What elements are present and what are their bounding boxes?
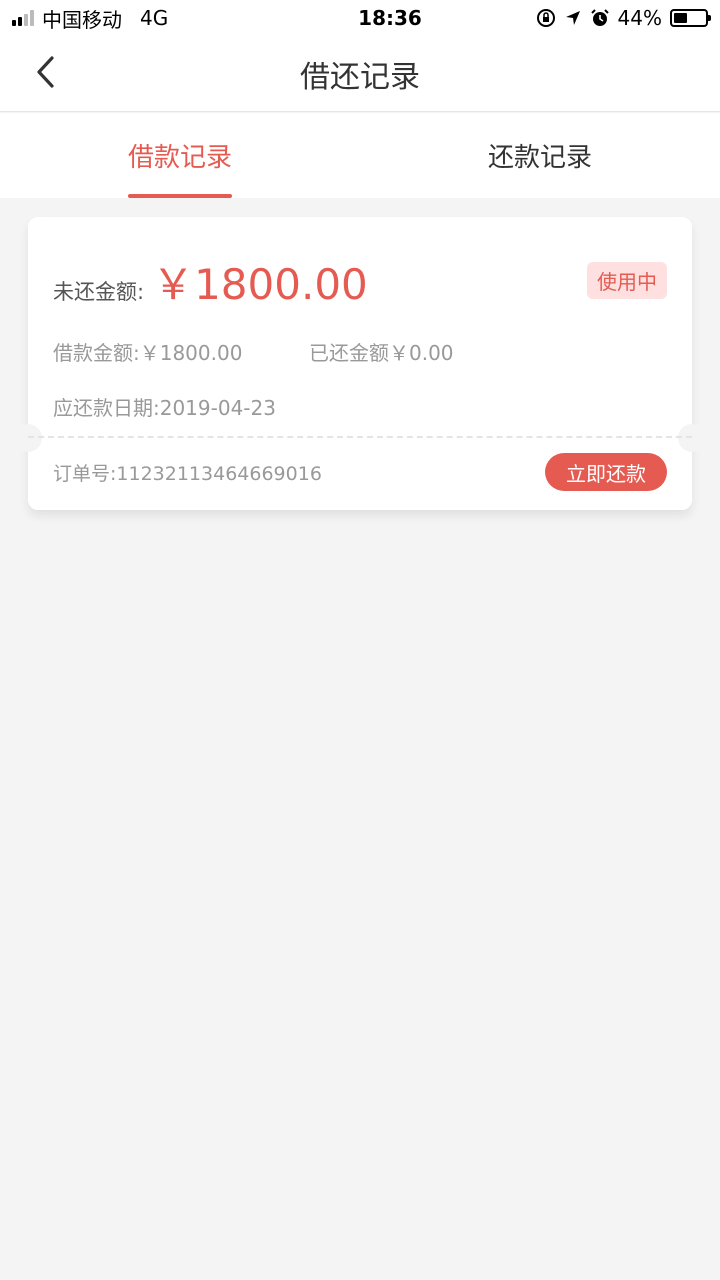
repaid-amount: 已还金额￥0.00 xyxy=(309,341,454,365)
ticket-notch-left xyxy=(14,424,42,452)
loan-record-card[interactable]: 未还金额: ￥1800.00 使用中 借款金额:￥1800.00 已还金额￥0.… xyxy=(14,217,706,510)
alarm-icon xyxy=(590,9,609,26)
due-date: 应还款日期:2019-04-23 xyxy=(53,396,276,420)
outstanding-row: 未还金额: ￥1800.00 xyxy=(53,251,368,312)
outstanding-amount: ￥1800.00 xyxy=(152,260,368,309)
status-bar: 中国移动 4G 18:36 44% xyxy=(0,0,720,36)
dashed-divider xyxy=(28,436,692,438)
amounts-row: 借款金额:￥1800.00 已还金额￥0.00 xyxy=(53,337,454,366)
status-left: 中国移动 4G xyxy=(12,4,272,33)
tab-bar: 借款记录 还款记录 xyxy=(0,113,720,198)
clock: 18:36 xyxy=(358,6,422,30)
network-type: 4G xyxy=(140,6,169,30)
tab-repayment-records[interactable]: 还款记录 xyxy=(360,113,720,198)
battery-icon xyxy=(670,9,711,27)
loan-amount: 借款金额:￥1800.00 xyxy=(53,341,243,365)
back-button[interactable] xyxy=(24,50,68,94)
status-right: 44% xyxy=(508,6,711,30)
chevron-left-icon xyxy=(37,56,54,88)
battery-fill xyxy=(674,13,688,23)
nav-bar: 借还记录 xyxy=(0,36,720,112)
location-icon xyxy=(565,11,580,25)
rotation-lock-icon xyxy=(536,9,555,27)
carrier-name: 中国移动 xyxy=(42,7,122,32)
outstanding-label: 未还金额: xyxy=(53,280,145,304)
status-badge: 使用中 xyxy=(587,262,667,299)
signal-icon xyxy=(12,10,34,26)
order-number: 订单号:11232113464669016 xyxy=(53,463,322,485)
tab-loan-records[interactable]: 借款记录 xyxy=(0,113,360,198)
battery-percent: 44% xyxy=(617,6,662,30)
ticket-notch-right xyxy=(678,424,706,452)
repay-now-button[interactable]: 立即还款 xyxy=(545,453,667,491)
page-title: 借还记录 xyxy=(300,59,420,95)
